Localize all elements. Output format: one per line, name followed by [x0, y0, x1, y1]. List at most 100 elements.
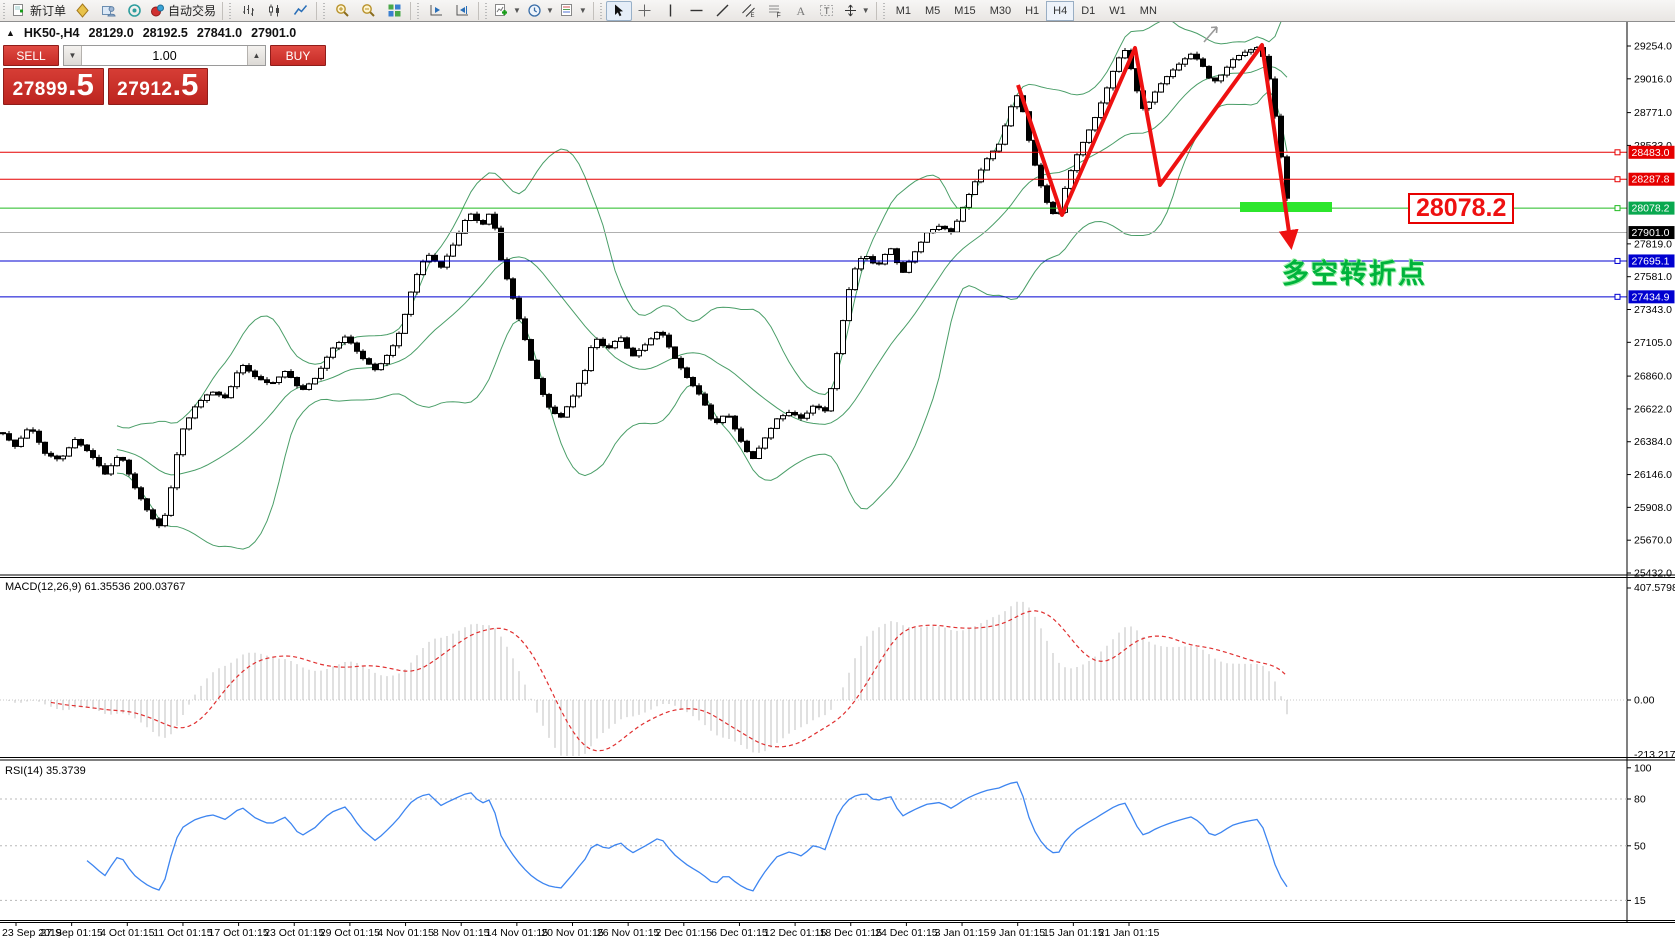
autoscroll-icon	[429, 3, 444, 18]
line-chart-button[interactable]	[287, 1, 313, 21]
timeframe-w1-button[interactable]: W1	[1102, 1, 1133, 21]
timeframe-m5-button[interactable]: M5	[918, 1, 947, 21]
label-button[interactable]: T	[814, 1, 840, 21]
toolbar-separator	[222, 2, 223, 20]
timeframe-m15-button[interactable]: M15	[947, 1, 982, 21]
autoscroll-button[interactable]	[423, 1, 449, 21]
new-chart-icon	[494, 3, 509, 18]
timeframe-m1-button[interactable]: M1	[889, 1, 918, 21]
data-window-icon	[101, 3, 116, 18]
fibonacci-icon: F	[767, 3, 782, 18]
sell-button[interactable]: SELL	[3, 45, 59, 66]
toolbar-grip[interactable]	[882, 3, 887, 19]
hline-handle[interactable]	[1615, 177, 1620, 182]
rsi-axis-label: 100	[1634, 762, 1652, 774]
vertical-line-button[interactable]	[658, 1, 684, 21]
cursor-icon	[611, 3, 626, 18]
sell-price-main: 27899	[13, 79, 68, 101]
navigator-button[interactable]	[121, 1, 147, 21]
horizontal-line-button[interactable]	[684, 1, 710, 21]
rsi-axis-label: 15	[1634, 895, 1646, 907]
zoom-out-icon	[361, 3, 376, 18]
zoom-out-button[interactable]	[355, 1, 381, 21]
toolbar-grip[interactable]	[416, 3, 421, 19]
timeframe-h4-button[interactable]: H4	[1046, 1, 1074, 21]
hline-handle[interactable]	[1615, 150, 1620, 155]
toolbar-grip[interactable]	[2, 3, 7, 19]
fibonacci-button[interactable]: F	[762, 1, 788, 21]
chart-area[interactable]: 29254.029016.028771.028533.027819.027581…	[0, 0, 1675, 942]
toolbar-separator	[478, 2, 479, 20]
market-watch-button[interactable]	[69, 1, 95, 21]
new-order-button[interactable]: 新订单	[9, 1, 69, 21]
toolbar-grip[interactable]	[228, 3, 233, 19]
toolbar-button-label: 自动交易	[168, 2, 216, 19]
crosshair-button[interactable]	[632, 1, 658, 21]
svg-text:T: T	[824, 6, 830, 16]
market-watch-icon	[75, 3, 90, 18]
macd-axis-zero: 0.00	[1634, 695, 1655, 707]
toolbar-separator	[876, 2, 877, 20]
toolbar-grip[interactable]	[322, 3, 327, 19]
date-axis[interactable]: 23 Sep 201927 Sep 01:154 Oct 01:1511 Oct…	[2, 923, 1160, 940]
trend-zigzag-arrow[interactable]	[1018, 45, 1291, 246]
buy-button[interactable]: BUY	[270, 45, 326, 66]
price-tick-label: 27105.0	[1634, 337, 1672, 349]
candlestick-chart-button[interactable]	[261, 1, 287, 21]
price-callout-box[interactable]: 28078.2	[1408, 193, 1514, 224]
hline-handle[interactable]	[1615, 258, 1620, 263]
chart-shift-button[interactable]	[449, 1, 475, 21]
data-window-button[interactable]	[95, 1, 121, 21]
timeframe-h1-button[interactable]: H1	[1018, 1, 1046, 21]
cursor-button[interactable]	[606, 1, 632, 21]
timeframe-d1-button[interactable]: D1	[1074, 1, 1102, 21]
sell-price-frac: .5	[68, 70, 94, 100]
channel-icon: E	[741, 3, 756, 18]
date-tick-label: 14 Nov 01:15	[486, 927, 549, 939]
rsi-line	[87, 782, 1287, 891]
toolbar-grip[interactable]	[484, 3, 489, 19]
price-tick-label: 27581.0	[1634, 271, 1672, 283]
volume-decrease-button[interactable]: ▼	[64, 46, 82, 65]
text-button[interactable]: A	[788, 1, 814, 21]
buy-price-frac: .5	[172, 70, 198, 100]
chevron-down-icon: ▼	[546, 6, 554, 15]
macd-axis-bottom: -213.2171	[1634, 749, 1675, 761]
hline-handle[interactable]	[1615, 294, 1620, 299]
macd-label: MACD(12,26,9) 61.35536 200.03767	[5, 581, 185, 593]
date-tick-label: 12 Dec 01:15	[764, 927, 827, 939]
price-tick-label: 27819.0	[1634, 238, 1672, 250]
tile-windows-button[interactable]	[381, 1, 407, 21]
autotrade-button[interactable]: 自动交易	[147, 1, 219, 21]
hline-handle[interactable]	[1615, 206, 1620, 211]
channel-button[interactable]: E	[736, 1, 762, 21]
trendline-button[interactable]	[710, 1, 736, 21]
timeframe-m30-button[interactable]: M30	[983, 1, 1018, 21]
date-tick-label: 29 Oct 01:15	[320, 927, 380, 939]
volume-increase-button[interactable]: ▲	[247, 46, 265, 65]
toolbar-separator	[410, 2, 411, 20]
hline-price-label: 27695.1	[1632, 255, 1670, 267]
rsi-axis-label: 80	[1634, 794, 1646, 806]
toolbar-grip[interactable]	[599, 3, 604, 19]
volume-input[interactable]	[82, 46, 247, 65]
line-chart-icon	[293, 3, 308, 18]
price-axis[interactable]: 29254.029016.028771.028533.027819.027581…	[1627, 22, 1675, 923]
rsi-axis-label: 50	[1634, 840, 1646, 852]
zoom-in-button[interactable]	[329, 1, 355, 21]
bar-chart-button[interactable]	[235, 1, 261, 21]
period-button[interactable]: ▼	[524, 1, 557, 21]
crosshair-icon	[637, 3, 652, 18]
shapes-button[interactable]: ▼	[840, 1, 873, 21]
buy-price-display[interactable]: 27912.5	[108, 68, 209, 105]
date-tick-label: 27 Sep 01:15	[40, 927, 103, 939]
template-button[interactable]: ▼	[557, 1, 590, 21]
macd-histogram	[3, 602, 1287, 756]
pivot-annotation-text[interactable]: 多空转折点	[1282, 252, 1427, 291]
new-chart-button[interactable]: ▼	[491, 1, 524, 21]
svg-text:A: A	[797, 4, 806, 18]
sell-price-display[interactable]: 27899.5	[3, 68, 104, 105]
timeframe-mn-button[interactable]: MN	[1133, 1, 1164, 21]
trade-panel-toggle[interactable]: ▲	[6, 28, 15, 38]
horizontal-line-icon	[689, 3, 704, 18]
